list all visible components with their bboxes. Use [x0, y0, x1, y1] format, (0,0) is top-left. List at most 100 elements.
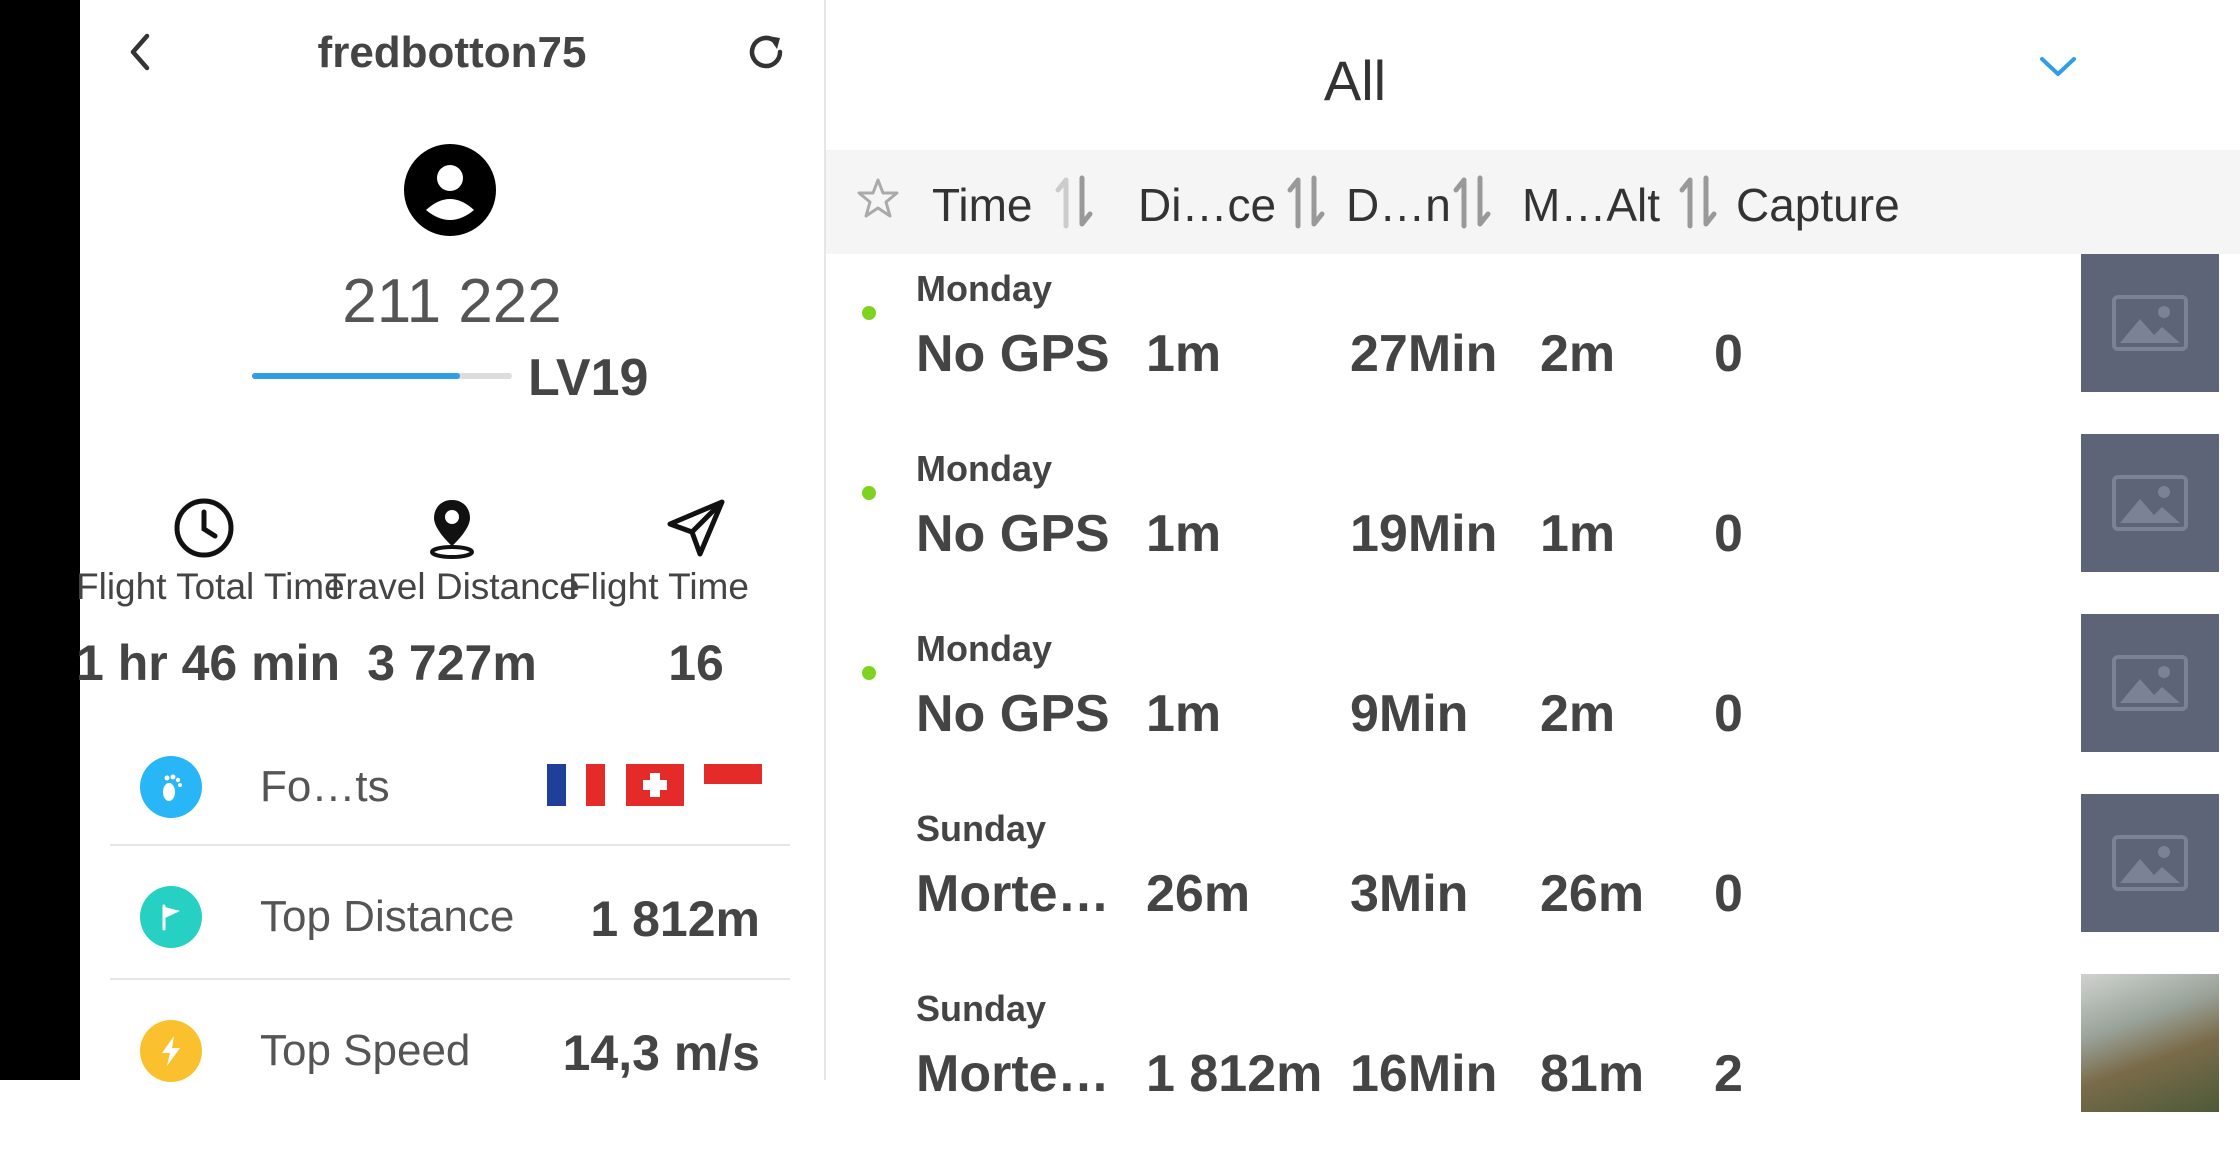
sync-status-dot [862, 306, 876, 320]
flight-duration: 3Min [1350, 865, 1469, 923]
flight-day: Monday [916, 628, 1053, 669]
flight-location: Morte… [916, 1045, 1110, 1103]
sync-status-dot [862, 666, 876, 680]
flight-duration: 9Min [1350, 685, 1469, 743]
flight-distance: 1 812m [1146, 1045, 1323, 1103]
flight-day: Monday [916, 268, 1053, 309]
flight-row[interactable]: Sunday Morte… 1 812m 16Min 81m 2 [826, 974, 2240, 1154]
flight-duration: 19Min [1350, 505, 1498, 563]
column-distance[interactable]: Di…ce [1138, 178, 1276, 232]
chevron-down-icon [2040, 57, 2076, 76]
sort-icon[interactable] [1676, 174, 1720, 235]
filter-dropdown[interactable]: All [826, 48, 1884, 113]
level-badge: LV19 [528, 349, 649, 407]
flight-duration: 16Min [1350, 1045, 1498, 1103]
flight-captures: 2 [1714, 1045, 1743, 1103]
stat-value: 1 hr 46 min [76, 635, 340, 691]
record-top-distance[interactable]: Top Distance 1 812m [110, 848, 790, 980]
location-pin-icon [430, 500, 474, 559]
flight-row[interactable]: Monday No GPS 1m 27Min 2m 0 [826, 254, 2240, 434]
column-duration[interactable]: D…n [1346, 178, 1451, 232]
flight-distance: 26m [1146, 865, 1251, 923]
flag-indonesia [704, 764, 762, 804]
flight-distance: 1m [1146, 505, 1222, 563]
user-icon [404, 144, 496, 236]
sync-status-dot [862, 486, 876, 500]
flight-row[interactable]: Sunday Morte… 26m 3Min 26m 0 [826, 794, 2240, 974]
column-time[interactable]: Time [932, 178, 1033, 232]
flight-distance: 1m [1146, 325, 1222, 383]
sort-icon[interactable] [1052, 174, 1096, 235]
stat-value: 16 [668, 635, 724, 691]
flag-switzerland [626, 764, 684, 806]
flight-day: Sunday [916, 988, 1047, 1029]
flight-thumbnail[interactable] [2081, 614, 2219, 752]
footprint-icon [140, 756, 202, 818]
record-top-speed[interactable]: Top Speed 14,3 m/s [110, 984, 790, 1116]
flight-altitude: 81m [1540, 1045, 1645, 1103]
flight-day: Sunday [916, 808, 1047, 849]
stat-travel-distance: Travel Distance 3 727m [324, 496, 580, 692]
flight-day: Monday [916, 448, 1053, 489]
sort-icon[interactable] [1450, 174, 1494, 235]
favorite-filter-button[interactable] [856, 176, 900, 225]
avatar[interactable] [404, 144, 496, 236]
flight-row[interactable]: Monday No GPS 1m 19Min 1m 0 [826, 434, 2240, 614]
flight-captures: 0 [1714, 325, 1743, 383]
flight-distance: 1m [1146, 685, 1222, 743]
stat-label: Flight Total Time [76, 566, 345, 607]
image-placeholder-icon [2112, 475, 2188, 531]
divider [110, 978, 790, 980]
filter-dropdown-toggle[interactable] [2038, 54, 2078, 85]
flight-table-header: Time Di…ce D…n M…Alt Capture [826, 150, 2240, 254]
star-icon [857, 178, 899, 218]
image-placeholder-icon [2112, 295, 2188, 351]
flight-location: Morte… [916, 865, 1110, 923]
flight-captures: 0 [1714, 505, 1743, 563]
record-value: 1 812m [590, 891, 760, 947]
system-edge-bar [0, 0, 80, 1080]
flight-captures: 0 [1714, 865, 1743, 923]
stat-flight-total-time: Flight Total Time 1 hr 46 min [76, 496, 345, 692]
record-label: Top Speed [260, 1026, 471, 1075]
flight-thumbnail[interactable] [2081, 794, 2219, 932]
sort-icon[interactable] [1284, 174, 1328, 235]
flight-location: No GPS [916, 685, 1110, 743]
flight-altitude: 26m [1540, 865, 1645, 923]
flight-altitude: 1m [1540, 505, 1616, 563]
flight-altitude: 2m [1540, 325, 1616, 383]
flight-thumbnail[interactable] [2081, 434, 2219, 572]
level-progress-bar [252, 373, 512, 379]
record-value: 14,3 m/s [562, 1025, 760, 1081]
divider [110, 844, 790, 846]
level-progress-fill [252, 373, 460, 379]
flight-location: No GPS [916, 505, 1110, 563]
clock-icon [174, 498, 234, 558]
flight-altitude: 2m [1540, 685, 1616, 743]
stat-value: 3 727m [367, 635, 537, 691]
flight-row[interactable]: Monday No GPS 1m 9Min 2m 0 [826, 614, 2240, 794]
column-capture[interactable]: Capture [1736, 178, 1900, 232]
flight-captures: 0 [1714, 685, 1743, 743]
refresh-icon [749, 35, 783, 69]
flight-thumbnail-photo[interactable] [2081, 974, 2219, 1112]
record-footprints[interactable]: Fo…ts [110, 720, 790, 852]
stat-label: Flight Time [568, 566, 749, 607]
flight-records-panel: All Time Di…ce D…n M…Alt Capture Monday … [826, 0, 2240, 1112]
flag-france [547, 764, 605, 806]
flight-location: No GPS [916, 325, 1110, 383]
column-max-altitude[interactable]: M…Alt [1522, 178, 1660, 232]
points-value: 211 222 [342, 267, 562, 336]
stat-label: Travel Distance [324, 566, 580, 607]
refresh-button[interactable] [738, 24, 794, 80]
username: fredbotton75 [317, 28, 587, 77]
record-label: Fo…ts [260, 762, 390, 811]
image-placeholder-icon [2112, 655, 2188, 711]
image-placeholder-icon [2112, 835, 2188, 891]
flag-icon [140, 886, 202, 948]
flight-thumbnail[interactable] [2081, 254, 2219, 392]
lightning-icon [140, 1020, 202, 1082]
flight-duration: 27Min [1350, 325, 1498, 383]
profile-panel: fredbotton75 211 222 LV19 Flight Total T… [76, 0, 826, 1082]
paper-plane-icon [667, 499, 725, 557]
